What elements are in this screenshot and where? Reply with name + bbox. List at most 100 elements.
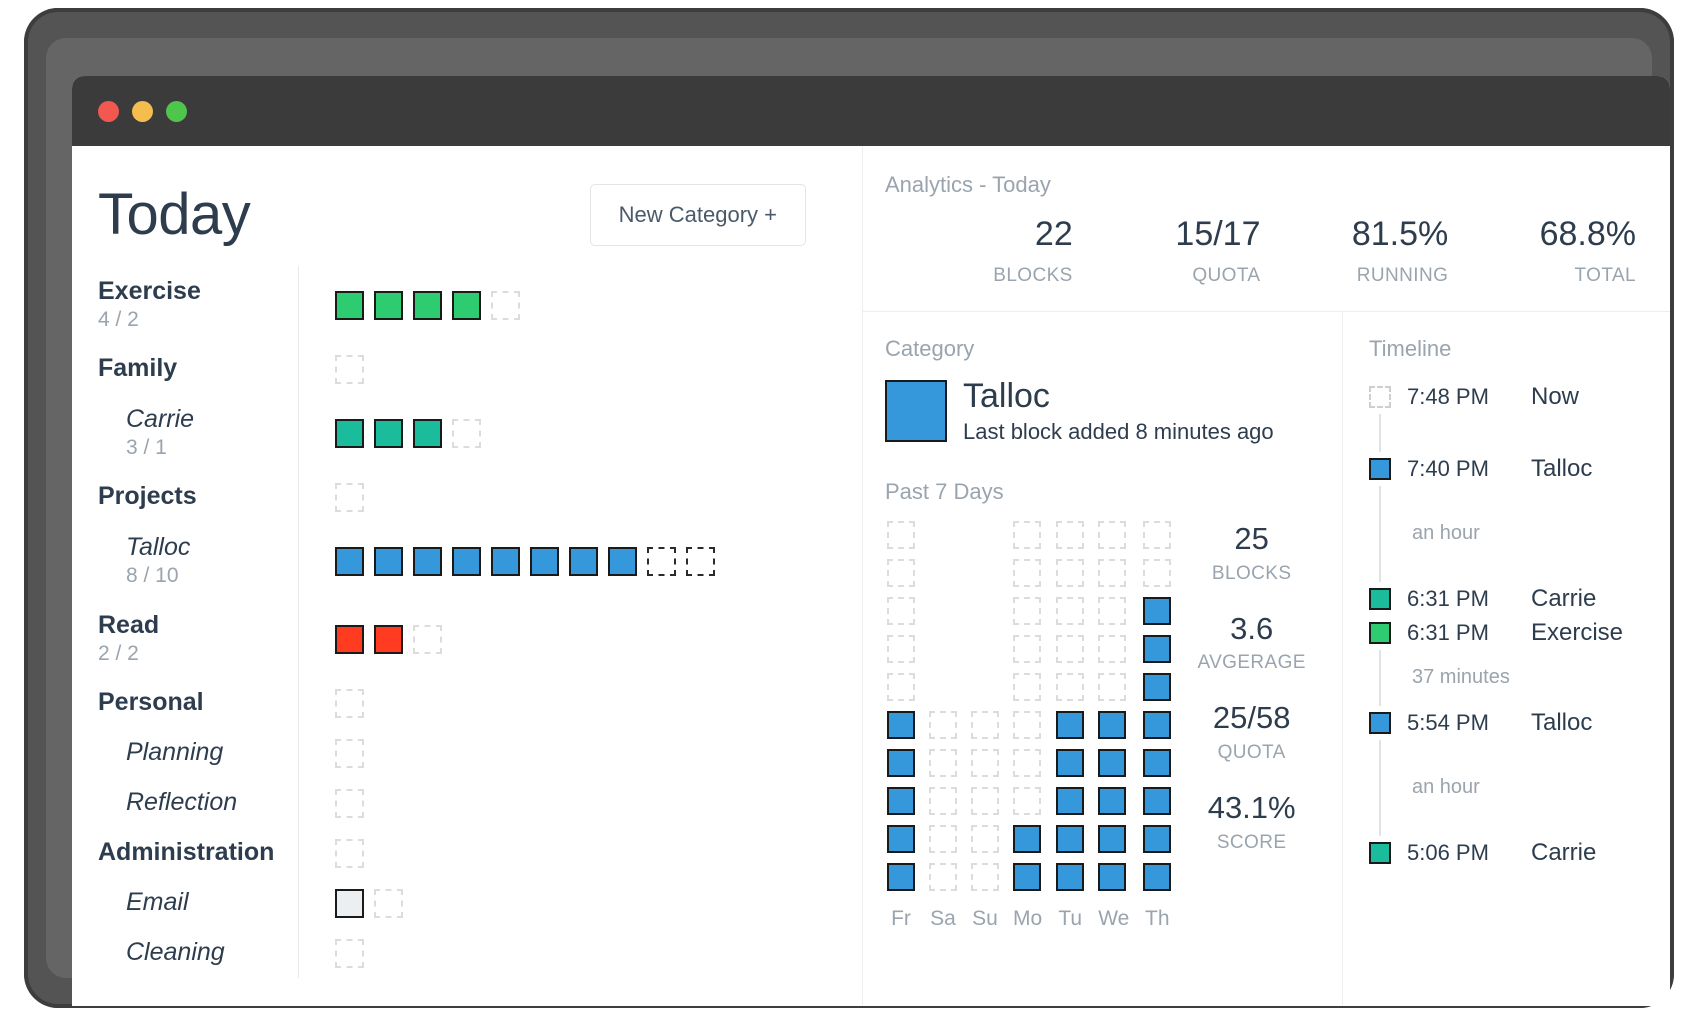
heatmap-cell-filled[interactable]: [1056, 825, 1085, 854]
heatmap-cell-empty[interactable]: [929, 711, 957, 740]
heatmap-cell-empty[interactable]: [1013, 597, 1041, 626]
heatmap-cell-filled[interactable]: [1143, 863, 1172, 892]
maximize-window-button[interactable]: [166, 100, 187, 122]
heatmap-cell-empty[interactable]: [1013, 787, 1041, 816]
block-filled[interactable]: [335, 290, 364, 320]
block-add-placeholder[interactable]: [491, 290, 520, 320]
block-filled[interactable]: [413, 418, 442, 448]
block-row-planning[interactable]: [335, 728, 862, 778]
category-label-carrie[interactable]: Carrie 3 / 1: [98, 394, 298, 472]
minimize-window-button[interactable]: [132, 100, 153, 122]
heatmap-cell-filled[interactable]: [1143, 825, 1172, 854]
heatmap-cell-empty[interactable]: [1098, 521, 1127, 550]
close-window-button[interactable]: [98, 100, 119, 122]
block-add-placeholder[interactable]: [374, 888, 403, 918]
heatmap-cell-filled[interactable]: [1143, 787, 1172, 816]
block-filled[interactable]: [413, 546, 442, 576]
block-filled[interactable]: [530, 546, 559, 576]
heatmap-cell-empty[interactable]: [887, 635, 915, 664]
block-row-cleaning[interactable]: [335, 928, 862, 978]
heatmap-cell-empty[interactable]: [1056, 559, 1085, 588]
heatmap-cell-empty[interactable]: [1056, 635, 1085, 664]
block-add-placeholder[interactable]: [335, 482, 364, 512]
block-filled[interactable]: [374, 546, 403, 576]
heatmap-cell-empty[interactable]: [971, 787, 999, 816]
category-label-family[interactable]: Family: [98, 344, 298, 394]
heatmap-cell-empty[interactable]: [929, 787, 957, 816]
heatmap-cell-empty[interactable]: [1143, 559, 1172, 588]
heatmap-cell-empty[interactable]: [971, 711, 999, 740]
heatmap-cell-empty[interactable]: [887, 673, 915, 702]
heatmap-cell-empty[interactable]: [1098, 635, 1127, 664]
heatmap-cell-filled[interactable]: [1143, 673, 1172, 702]
timeline-entry[interactable]: 7:48 PM Now: [1369, 380, 1650, 414]
block-filled[interactable]: [608, 546, 637, 576]
category-label-cleaning[interactable]: Cleaning: [98, 928, 298, 978]
block-add-placeholder[interactable]: [413, 624, 442, 654]
block-quota-placeholder[interactable]: [686, 546, 715, 576]
block-filled[interactable]: [452, 290, 481, 320]
heatmap-cell-empty[interactable]: [887, 521, 915, 550]
category-label-email[interactable]: Email: [98, 878, 298, 928]
heatmap-cell-filled[interactable]: [887, 825, 915, 854]
heatmap-cell-empty[interactable]: [1056, 673, 1085, 702]
heatmap-cell-filled[interactable]: [1098, 863, 1127, 892]
block-filled[interactable]: [374, 624, 403, 654]
heatmap-cell-filled[interactable]: [1143, 635, 1172, 664]
block-row-family[interactable]: [335, 344, 862, 394]
heatmap-cell-empty[interactable]: [971, 863, 999, 892]
timeline-entry[interactable]: 5:06 PM Carrie: [1369, 836, 1650, 870]
block-add-placeholder[interactable]: [452, 418, 481, 448]
heatmap-cell-empty[interactable]: [1056, 597, 1085, 626]
heatmap-cell-filled[interactable]: [1056, 749, 1085, 778]
heatmap-cell-filled[interactable]: [1143, 711, 1172, 740]
block-row-email[interactable]: [335, 878, 862, 928]
heatmap-cell-empty[interactable]: [929, 825, 957, 854]
block-row-read[interactable]: [335, 600, 862, 678]
block-filled[interactable]: [452, 546, 481, 576]
block-quota-placeholder[interactable]: [647, 546, 676, 576]
block-row-talloc[interactable]: [335, 522, 862, 600]
heatmap-cell-empty[interactable]: [929, 749, 957, 778]
heatmap-cell-empty[interactable]: [1013, 673, 1041, 702]
category-label-planning[interactable]: Planning: [98, 728, 298, 778]
heatmap-cell-empty[interactable]: [1013, 749, 1041, 778]
category-label-read[interactable]: Read 2 / 2: [98, 600, 298, 678]
timeline-entry[interactable]: 6:31 PM Carrie: [1369, 582, 1650, 616]
category-label-personal[interactable]: Personal: [98, 678, 298, 728]
block-add-placeholder[interactable]: [335, 738, 364, 768]
heatmap-cell-filled[interactable]: [887, 863, 915, 892]
heatmap-cell-empty[interactable]: [1056, 521, 1085, 550]
heatmap-cell-empty[interactable]: [929, 863, 957, 892]
block-row-personal[interactable]: [335, 678, 862, 728]
heatmap-cell-filled[interactable]: [1143, 749, 1172, 778]
heatmap-cell-empty[interactable]: [1013, 711, 1041, 740]
block-add-placeholder[interactable]: [335, 838, 364, 868]
heatmap-cell-empty[interactable]: [887, 597, 915, 626]
block-filled[interactable]: [374, 290, 403, 320]
timeline-entry[interactable]: 7:40 PM Talloc: [1369, 452, 1650, 486]
category-label-administration[interactable]: Administration: [98, 828, 298, 878]
heatmap-cell-empty[interactable]: [887, 559, 915, 588]
block-filled[interactable]: [335, 624, 364, 654]
block-add-placeholder[interactable]: [335, 688, 364, 718]
block-row-reflection[interactable]: [335, 778, 862, 828]
heatmap-cell-filled[interactable]: [1098, 749, 1127, 778]
heatmap-cell-empty[interactable]: [1098, 597, 1127, 626]
block-add-placeholder[interactable]: [335, 788, 364, 818]
block-filled[interactable]: [569, 546, 598, 576]
category-label-projects[interactable]: Projects: [98, 472, 298, 522]
heatmap-cell-empty[interactable]: [1013, 635, 1041, 664]
heatmap-cell-filled[interactable]: [1056, 711, 1085, 740]
heatmap-cell-filled[interactable]: [1098, 787, 1127, 816]
block-filled[interactable]: [413, 290, 442, 320]
block-row-exercise[interactable]: [335, 266, 862, 344]
heatmap-cell-empty[interactable]: [1098, 559, 1127, 588]
heatmap-cell-filled[interactable]: [887, 711, 915, 740]
block-filled[interactable]: [335, 546, 364, 576]
heatmap-cell-empty[interactable]: [1098, 673, 1127, 702]
timeline-entry[interactable]: 5:54 PM Talloc: [1369, 706, 1650, 740]
heatmap-cell-filled[interactable]: [1098, 711, 1127, 740]
heatmap-cell-filled[interactable]: [1098, 825, 1127, 854]
heatmap-cell-filled[interactable]: [1056, 863, 1085, 892]
